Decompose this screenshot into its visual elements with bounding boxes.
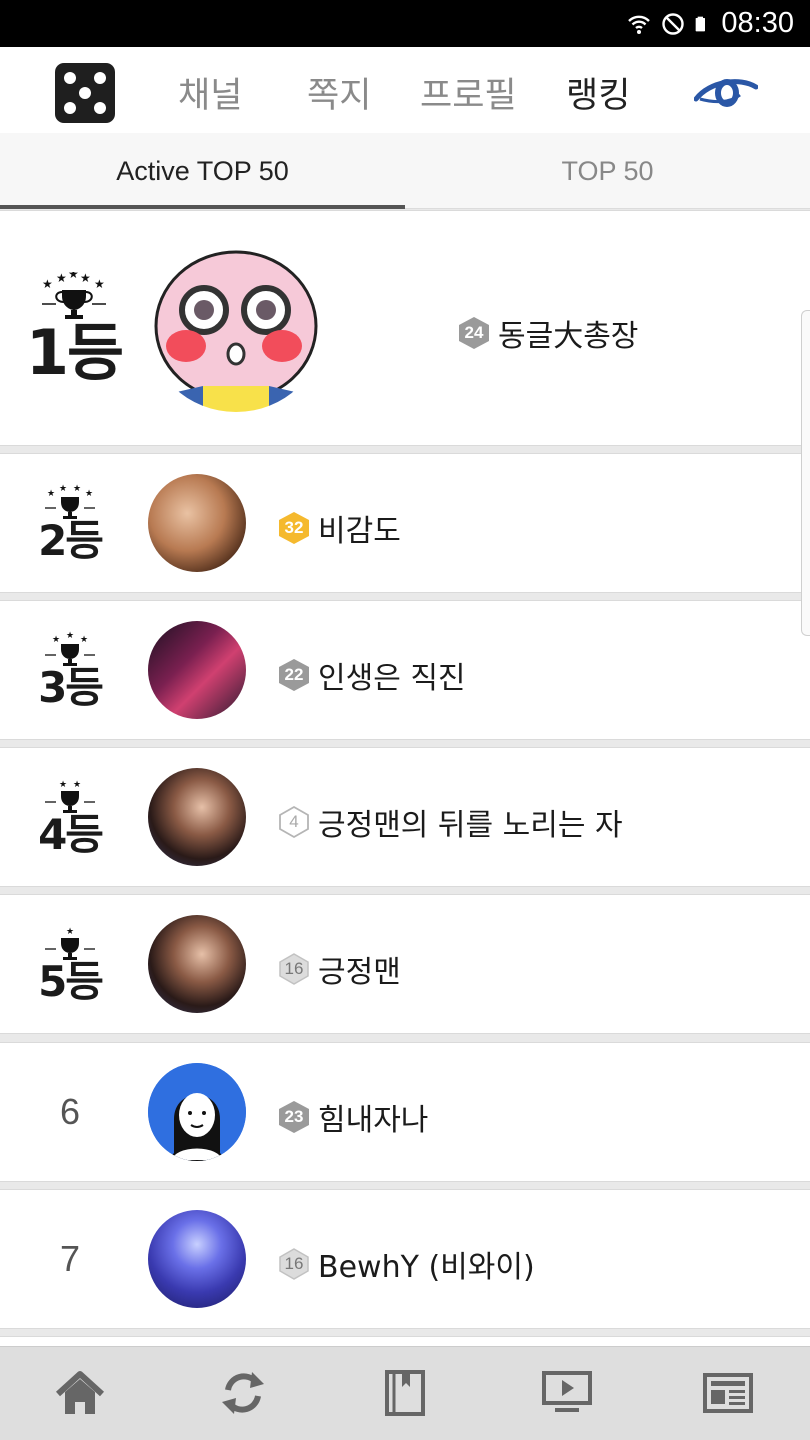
rank-cell: ★ 5등 — [0, 895, 140, 1033]
svg-text:★: ★ — [66, 927, 74, 937]
avatar[interactable] — [148, 1063, 246, 1161]
rank-cell: ★ ★ ★ ★ 2등 — [0, 454, 140, 592]
level-badge: 22 — [278, 658, 310, 692]
avatar[interactable] — [148, 915, 246, 1013]
tab-top50[interactable]: TOP 50 — [405, 133, 810, 209]
do-not-disturb-icon — [662, 12, 685, 35]
user-name: 인생은 직진 — [318, 661, 466, 696]
user-name: BewhY (비와이) — [318, 1250, 535, 1285]
scrollbar-handle[interactable] — [801, 310, 810, 636]
svg-text:★: ★ — [94, 277, 105, 291]
svg-text:★: ★ — [80, 635, 88, 645]
battery-icon — [696, 16, 706, 31]
ranking-tabs: Active TOP 50 TOP 50 — [0, 133, 810, 209]
home-icon[interactable] — [50, 1365, 110, 1421]
ranking-row[interactable]: ★ ★ 4등 4 긍정맨의 뒤를 노리는 자 — [0, 747, 810, 887]
user-name: 긍정맨의 뒤를 노리는 자 — [318, 808, 623, 843]
user-info: 24 동글大총장 — [458, 311, 638, 355]
trophy-icon: ★ ★ ★ — [45, 631, 95, 666]
level-badge: 24 — [458, 316, 490, 350]
svg-text:★: ★ — [59, 484, 67, 494]
svg-text:★: ★ — [85, 489, 93, 499]
svg-text:★: ★ — [80, 272, 91, 285]
rank-cell: 7 — [0, 1190, 140, 1328]
level-badge: 23 — [278, 1100, 310, 1134]
trophy-icon: ★ ★ — [45, 780, 95, 813]
rank-label: 5등 — [38, 957, 104, 1006]
news-icon[interactable] — [698, 1365, 758, 1421]
nav-message[interactable]: 쪽지 — [307, 67, 371, 118]
level-badge: 32 — [278, 511, 310, 545]
trophy-icon: ★ ★ ★ ★ ★ — [42, 272, 106, 319]
ranking-row[interactable]: ★ ★ ★ ★ ★ 1등 24 동글大총장 — [0, 210, 810, 446]
wifi-icon — [628, 15, 651, 34]
svg-text:★: ★ — [52, 635, 60, 645]
refresh-icon[interactable] — [213, 1365, 273, 1421]
user-info: 23 힘내자나 — [278, 1095, 428, 1139]
user-name: 동글大총장 — [498, 319, 639, 354]
ranking-row[interactable]: 7 16 BewhY (비와이) — [0, 1189, 810, 1329]
nav-ranking[interactable]: 랭킹 — [566, 67, 630, 118]
bookmark-book-icon[interactable] — [375, 1365, 435, 1421]
user-name: 힘내자나 — [318, 1103, 429, 1138]
avatar[interactable] — [148, 1210, 246, 1308]
rank-label: 2등 — [38, 516, 104, 565]
user-info: 22 인생은 직진 — [278, 653, 466, 697]
user-info: 16 BewhY (비와이) — [278, 1242, 535, 1286]
rank-cell: ★ ★ 4등 — [0, 748, 140, 886]
rank-label: 6 — [59, 1091, 81, 1132]
rank-label: 4등 — [38, 810, 104, 859]
user-info: 16 긍정맨 — [278, 947, 401, 991]
clock: 08:30 — [721, 7, 794, 39]
status-bar: 08:30 — [0, 0, 810, 47]
rank-label: 3등 — [38, 663, 104, 712]
ranking-row[interactable]: ★ ★ ★ ★ 2등 32 비감도 — [0, 453, 810, 593]
svg-text:★: ★ — [68, 272, 79, 281]
user-info: 32 비감도 — [278, 506, 401, 550]
svg-text:★: ★ — [47, 489, 55, 499]
dice-logo-icon[interactable] — [55, 63, 115, 123]
svg-text:★: ★ — [66, 631, 74, 641]
avatar[interactable] — [148, 621, 246, 719]
user-info: 4 긍정맨의 뒤를 노리는 자 — [278, 800, 623, 844]
trophy-icon: ★ — [45, 927, 95, 960]
svg-text:★: ★ — [56, 272, 67, 285]
svg-text:★: ★ — [73, 780, 81, 790]
rank-label: 7 — [59, 1238, 81, 1279]
top-nav: 채널 쪽지 프로필 랭킹 — [0, 47, 810, 133]
eye-icon[interactable] — [694, 73, 758, 113]
ranking-row[interactable]: ★ ★ ★ 3등 22 인생은 직진 — [0, 600, 810, 740]
tab-active-top50[interactable]: Active TOP 50 — [0, 133, 405, 209]
ranking-row[interactable]: ★ 5등 16 긍정맨 — [0, 894, 810, 1034]
level-badge: 4 — [278, 805, 310, 839]
rank-label: 1등 — [25, 316, 124, 389]
tab-indicator — [0, 205, 405, 209]
rank-cell: ★ ★ ★ 3등 — [0, 601, 140, 739]
user-name: 비감도 — [318, 514, 401, 549]
play-screen-icon[interactable] — [537, 1365, 597, 1421]
nav-profile[interactable]: 프로필 — [420, 67, 517, 118]
bottom-nav — [0, 1346, 810, 1440]
avatar[interactable] — [148, 244, 324, 412]
svg-text:★: ★ — [73, 484, 81, 494]
rank-cell: ★ ★ ★ ★ ★ 1등 — [0, 211, 148, 445]
nav-channel[interactable]: 채널 — [178, 67, 242, 118]
user-name: 긍정맨 — [318, 955, 401, 990]
svg-text:★: ★ — [42, 277, 53, 291]
level-badge: 16 — [278, 952, 310, 986]
avatar[interactable] — [148, 768, 246, 866]
rank-cell: 6 — [0, 1043, 140, 1181]
avatar[interactable] — [148, 474, 246, 572]
ranking-row[interactable]: 6 23 힘내자나 — [0, 1042, 810, 1182]
trophy-icon: ★ ★ ★ ★ — [45, 484, 95, 519]
svg-text:★: ★ — [59, 780, 67, 790]
level-badge: 16 — [278, 1247, 310, 1281]
